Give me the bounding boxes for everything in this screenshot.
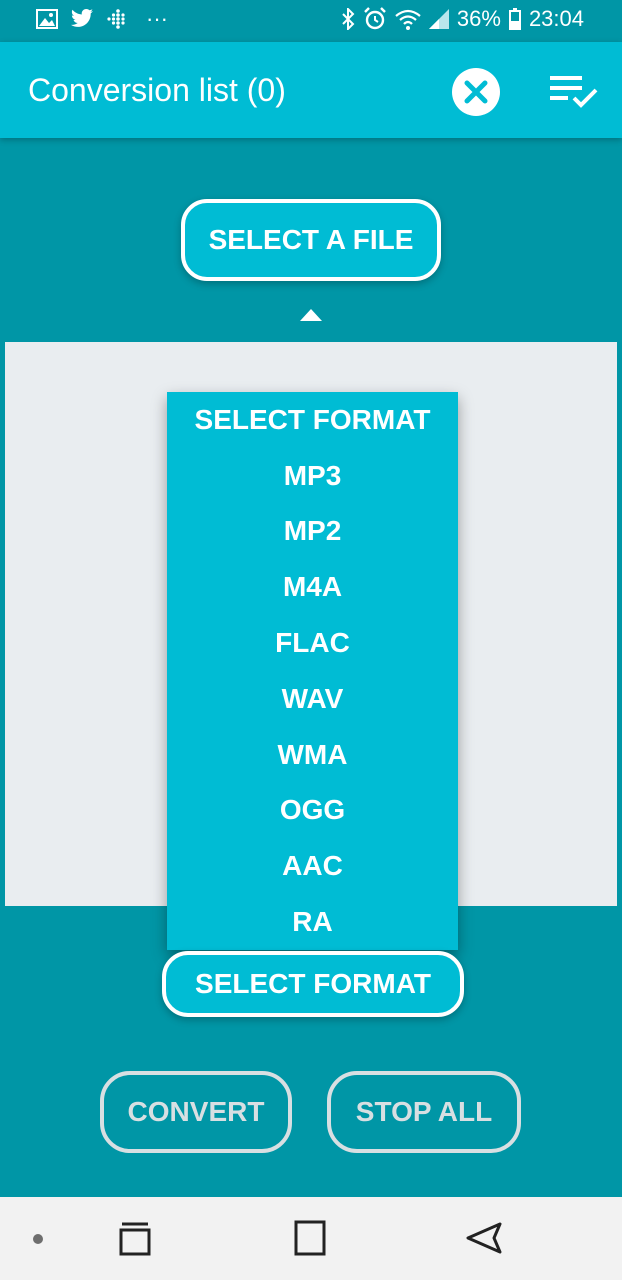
app-bar: Conversion list (0) xyxy=(0,42,622,138)
stop-all-button[interactable]: STOP ALL xyxy=(327,1071,521,1153)
fitbit-icon xyxy=(107,9,125,29)
clock-time: 23:04 xyxy=(528,6,584,31)
format-option-wav[interactable]: WAV xyxy=(167,671,458,727)
gallery-icon xyxy=(36,9,58,29)
playlist-check-icon xyxy=(550,76,598,108)
recent-apps-icon[interactable] xyxy=(118,1222,152,1256)
caret-up-icon xyxy=(300,309,322,321)
back-icon[interactable] xyxy=(464,1221,504,1255)
more-notifications-dots: ··· xyxy=(146,6,168,31)
clear-list-button[interactable] xyxy=(452,68,500,116)
select-file-button[interactable]: SELECT A FILE xyxy=(181,199,441,281)
format-option-flac[interactable]: FLAC xyxy=(167,615,458,671)
page-title: Conversion list (0) xyxy=(28,72,286,108)
status-bar: ··· 36% 23:04 xyxy=(0,0,622,42)
format-option-ogg[interactable]: OGG xyxy=(167,783,458,839)
navigation-bar xyxy=(0,1197,622,1280)
format-option-aac[interactable]: AAC xyxy=(167,838,458,894)
convert-button[interactable]: CONVERT xyxy=(100,1071,292,1153)
select-format-button[interactable]: SELECT FORMAT xyxy=(162,951,464,1017)
format-option-select-format[interactable]: SELECT FORMAT xyxy=(167,392,458,448)
battery-percent: 36% xyxy=(456,6,501,31)
bluetooth-icon xyxy=(342,8,355,30)
format-option-mp3[interactable]: MP3 xyxy=(167,448,458,504)
close-icon xyxy=(464,80,488,104)
format-option-m4a[interactable]: M4A xyxy=(167,559,458,615)
format-dropdown-menu: SELECT FORMAT MP3 MP2 M4A FLAC WAV WMA O… xyxy=(167,392,458,950)
battery-icon xyxy=(508,8,521,30)
format-option-mp2[interactable]: MP2 xyxy=(167,504,458,560)
alarm-icon xyxy=(364,7,386,30)
signal-icon xyxy=(428,9,449,29)
wifi-icon xyxy=(395,9,421,30)
twitter-icon xyxy=(71,9,93,27)
format-option-ra[interactable]: RA xyxy=(167,894,458,950)
format-option-wma[interactable]: WMA xyxy=(167,727,458,783)
dot-icon[interactable] xyxy=(33,1234,43,1244)
home-icon[interactable] xyxy=(293,1220,327,1256)
select-all-button[interactable] xyxy=(548,72,600,112)
